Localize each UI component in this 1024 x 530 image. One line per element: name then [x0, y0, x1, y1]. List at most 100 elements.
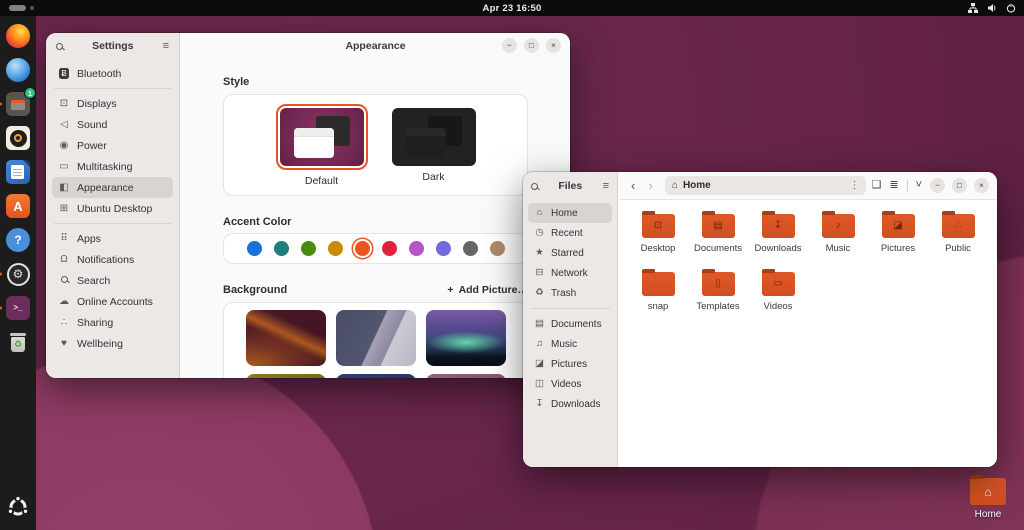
wallpaper-thumb-waves[interactable]: [246, 310, 326, 366]
sidebar-item-documents[interactable]: ▤ Documents: [528, 314, 612, 334]
star-icon: ★: [534, 248, 545, 258]
menu-icon[interactable]: ≡: [603, 180, 609, 192]
settings-main: Appearance − □ × Style De: [181, 33, 570, 378]
dock-app-center[interactable]: A: [5, 193, 31, 219]
folder-documents[interactable]: ▤ Documents: [688, 208, 748, 266]
dock-thunderbird[interactable]: [5, 57, 31, 83]
videos-icon: ◫: [534, 379, 545, 389]
dock-files[interactable]: 1: [5, 91, 31, 117]
accent-swatch-violet[interactable]: [436, 241, 451, 256]
sidebar-item-apps[interactable]: ⠿ Apps: [52, 228, 173, 249]
sidebar-item-trash[interactable]: ♻ Trash: [528, 283, 612, 303]
sidebar-item-notifications[interactable]: Ω Notifications: [52, 249, 173, 270]
sidebar-item-downloads[interactable]: ↧ Downloads: [528, 394, 612, 414]
sharing-icon: ∴: [58, 318, 70, 328]
accent-swatch-red[interactable]: [382, 241, 397, 256]
add-picture-button[interactable]: + Add Picture…: [447, 284, 528, 296]
wallpaper-thumb-aurora[interactable]: [426, 310, 506, 366]
folder-pictures[interactable]: ◪ Pictures: [868, 208, 928, 266]
accent-swatch-blue[interactable]: [247, 241, 262, 256]
wallpaper-thumb-olive[interactable]: [246, 374, 326, 378]
accent-swatch-gray[interactable]: [463, 241, 478, 256]
dock-rhythmbox[interactable]: [5, 125, 31, 151]
folder-music[interactable]: ♪ Music: [808, 208, 868, 266]
sidebar-divider: [530, 308, 610, 309]
dock-trash[interactable]: ♻: [5, 329, 31, 355]
sidebar-item-appearance[interactable]: ◧ Appearance: [52, 177, 173, 198]
path-bar[interactable]: ⌂ Home ⋮: [665, 176, 867, 195]
accent-swatch-brown[interactable]: [490, 241, 505, 256]
accent-swatch-teal[interactable]: [274, 241, 289, 256]
forward-button[interactable]: ›: [644, 179, 656, 192]
wellbeing-icon: ♥: [58, 339, 70, 349]
desktop-home-shortcut[interactable]: ⌂ Home: [964, 475, 1012, 520]
accent-swatch-purple[interactable]: [409, 241, 424, 256]
sidebar-item-recent[interactable]: ◷ Recent: [528, 223, 612, 243]
dock-settings[interactable]: ⚙: [5, 261, 31, 287]
sidebar-item-displays[interactable]: ⊡ Displays: [52, 93, 173, 114]
sidebar-item-network[interactable]: ⊟ Network: [528, 263, 612, 283]
dock-show-apps[interactable]: [5, 496, 31, 522]
dock-firefox[interactable]: [5, 23, 31, 49]
folder-snap[interactable]: snap: [628, 266, 688, 324]
sidebar-item-starred[interactable]: ★ Starred: [528, 243, 612, 263]
style-option-default[interactable]: Default: [276, 104, 368, 187]
sidebar-item-sound[interactable]: ◁ Sound: [52, 114, 173, 135]
current-location: Home: [683, 180, 845, 191]
sidebar-item-videos[interactable]: ◫ Videos: [528, 374, 612, 394]
appearance-icon: ◧: [58, 183, 70, 193]
folder-templates[interactable]: ▯ Templates: [688, 266, 748, 324]
power-settings-icon: ◉: [58, 141, 70, 151]
search-settings-icon: [58, 276, 70, 286]
accent-swatch-orange[interactable]: [355, 241, 370, 256]
close-button[interactable]: ×: [974, 178, 989, 193]
sidebar-item-sharing[interactable]: ∴ Sharing: [52, 312, 173, 333]
accent-swatch-green[interactable]: [301, 241, 316, 256]
folder-downloads[interactable]: ↧ Downloads: [748, 208, 808, 266]
list-view-icon[interactable]: ≣: [889, 180, 898, 191]
accent-swatch-yellow[interactable]: [328, 241, 343, 256]
chevron-down-icon[interactable]: ˅: [916, 180, 922, 191]
dock: 1 A ? ⚙ >_ ♻: [0, 16, 36, 530]
back-button[interactable]: ‹: [627, 179, 639, 192]
dock-help[interactable]: ?: [5, 227, 31, 253]
folder-desktop[interactable]: ⊡ Desktop: [628, 208, 688, 266]
sidebar-item-multitasking[interactable]: ▭ Multitasking: [52, 156, 173, 177]
kebab-menu-icon[interactable]: ⋮: [849, 180, 859, 191]
help-icon: ?: [6, 228, 30, 252]
new-tab-icon[interactable]: ❏: [871, 180, 881, 191]
folder-public[interactable]: ∴ Public: [928, 208, 988, 266]
music-icon: ♫: [534, 339, 545, 349]
minimize-button[interactable]: −: [502, 38, 517, 53]
sidebar-divider: [54, 223, 171, 224]
dock-libreoffice-writer[interactable]: [5, 159, 31, 185]
maximize-button[interactable]: □: [524, 38, 539, 53]
search-icon[interactable]: [56, 43, 63, 50]
sidebar-item-pictures[interactable]: ◪ Pictures: [528, 354, 612, 374]
system-status-area[interactable]: [968, 0, 1016, 16]
folder-videos[interactable]: ▭ Videos: [748, 266, 808, 324]
sidebar-item-ubuntu-desktop[interactable]: ⊞ Ubuntu Desktop: [52, 198, 173, 219]
sidebar-item-search[interactable]: Search: [52, 270, 173, 291]
search-icon[interactable]: [531, 183, 538, 190]
sidebar-item-online-accounts[interactable]: ☁ Online Accounts: [52, 291, 173, 312]
close-button[interactable]: ×: [546, 38, 561, 53]
style-option-dark[interactable]: Dark: [392, 108, 476, 183]
wallpaper-thumb-blue[interactable]: [336, 374, 416, 378]
pictures-icon: ◪: [534, 359, 545, 369]
dock-terminal[interactable]: >_: [5, 295, 31, 321]
sidebar-item-power[interactable]: ◉ Power: [52, 135, 173, 156]
wallpaper-thumb-mauve[interactable]: [426, 374, 506, 378]
sidebar-item-home[interactable]: ⌂ Home: [528, 203, 612, 223]
libreoffice-writer-icon: [6, 160, 30, 184]
wallpaper-thumb-mountain[interactable]: [336, 310, 416, 366]
minimize-button[interactable]: −: [930, 178, 945, 193]
ubuntu-desktop-icon: ⊞: [58, 204, 70, 214]
sidebar-item-music[interactable]: ♫ Music: [528, 334, 612, 354]
home-icon: ⌂: [672, 181, 678, 191]
maximize-button[interactable]: □: [952, 178, 967, 193]
clock[interactable]: Apr 23 16:50: [0, 3, 1024, 14]
menu-icon[interactable]: ≡: [163, 40, 169, 52]
sidebar-item-wellbeing[interactable]: ♥ Wellbeing: [52, 333, 173, 354]
sidebar-item-bluetooth[interactable]: Ƀ Bluetooth: [52, 63, 173, 84]
